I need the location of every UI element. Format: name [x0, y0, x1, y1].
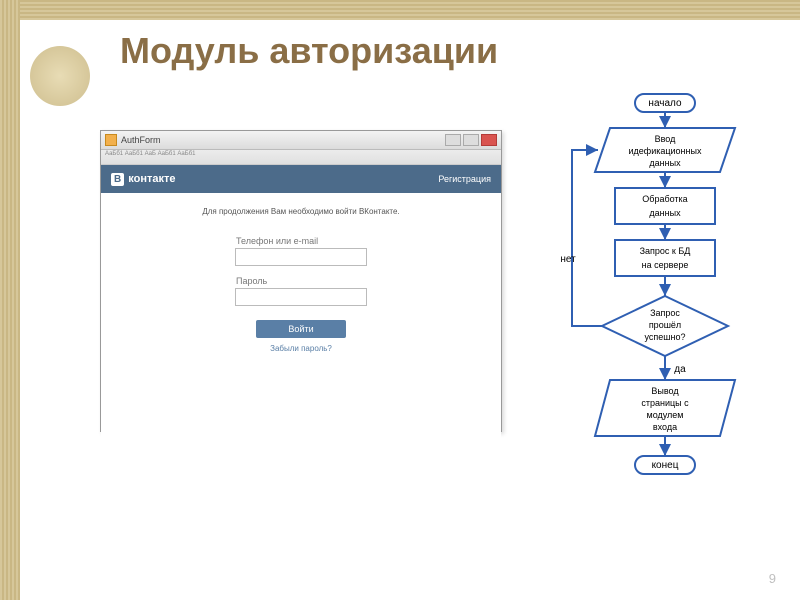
flow-db-l2: на сервере: [642, 260, 689, 270]
flow-output-l3: модулем: [647, 410, 684, 420]
vk-header: В контакте Регистрация: [101, 165, 501, 193]
left-border-deco: [0, 0, 20, 600]
forgot-password-link[interactable]: Забыли пароль?: [270, 344, 332, 353]
flow-edge-yes-label: да: [674, 364, 686, 375]
flow-output-l1: Вывод: [651, 386, 679, 396]
password-label: Пароль: [236, 276, 366, 286]
minimize-button[interactable]: [445, 134, 461, 146]
flow-edge-no-label: нет: [560, 254, 576, 265]
slide-title: Модуль авторизации: [120, 30, 498, 72]
vk-page: Для продолжения Вам необходимо войти ВКо…: [101, 193, 501, 449]
flowchart: начало Ввод идефикационных данных Обрабо…: [560, 92, 760, 532]
login-label: Телефон или e-mail: [236, 236, 366, 246]
top-border-deco: [0, 0, 800, 20]
flow-process-l1: Обработка: [642, 194, 687, 204]
flow-edge-no: [572, 150, 602, 326]
window-buttons: [445, 134, 497, 146]
registration-link[interactable]: Регистрация: [438, 174, 491, 184]
window-titlebar: AuthForm: [101, 131, 501, 150]
flow-output-l2: страницы с: [641, 398, 689, 408]
flow-start-label: начало: [648, 98, 682, 109]
close-button[interactable]: [481, 134, 497, 146]
flow-decision-l1: Запрос: [650, 308, 680, 318]
auth-window: AuthForm АаБб1 АаБб1 АаБ АаБб1 АаБб1 В к…: [100, 130, 502, 432]
submit-button[interactable]: Войти: [256, 320, 346, 338]
flow-input-l2: идефикационных: [629, 146, 702, 156]
slide: Модуль авторизации 9 AuthForm АаБб1 АаБб…: [0, 0, 800, 600]
flow-end-label: конец: [652, 460, 679, 471]
flow-input-l1: Ввод: [655, 134, 676, 144]
page-number: 9: [769, 571, 776, 586]
maximize-button[interactable]: [463, 134, 479, 146]
window-title: AuthForm: [121, 135, 161, 145]
vk-logo-icon: В: [111, 173, 124, 186]
ribbon-strip: АаБб1 АаБб1 АаБ АаБб1 АаБб1: [101, 150, 501, 165]
prompt-message: Для продолжения Вам необходимо войти ВКо…: [202, 207, 399, 216]
flow-db-l1: Запрос к БД: [640, 246, 691, 256]
app-icon: [105, 134, 117, 146]
flow-input-l3: данных: [649, 158, 681, 168]
login-input[interactable]: [235, 248, 367, 266]
flow-decision-l2: прошёл: [649, 320, 681, 330]
password-input[interactable]: [235, 288, 367, 306]
circle-deco: [30, 46, 90, 106]
vk-brand-label: контакте: [128, 173, 175, 185]
flow-decision-l3: успешно?: [645, 332, 686, 342]
flow-output-l4: входа: [653, 422, 677, 432]
flow-process-l2: данных: [649, 208, 681, 218]
